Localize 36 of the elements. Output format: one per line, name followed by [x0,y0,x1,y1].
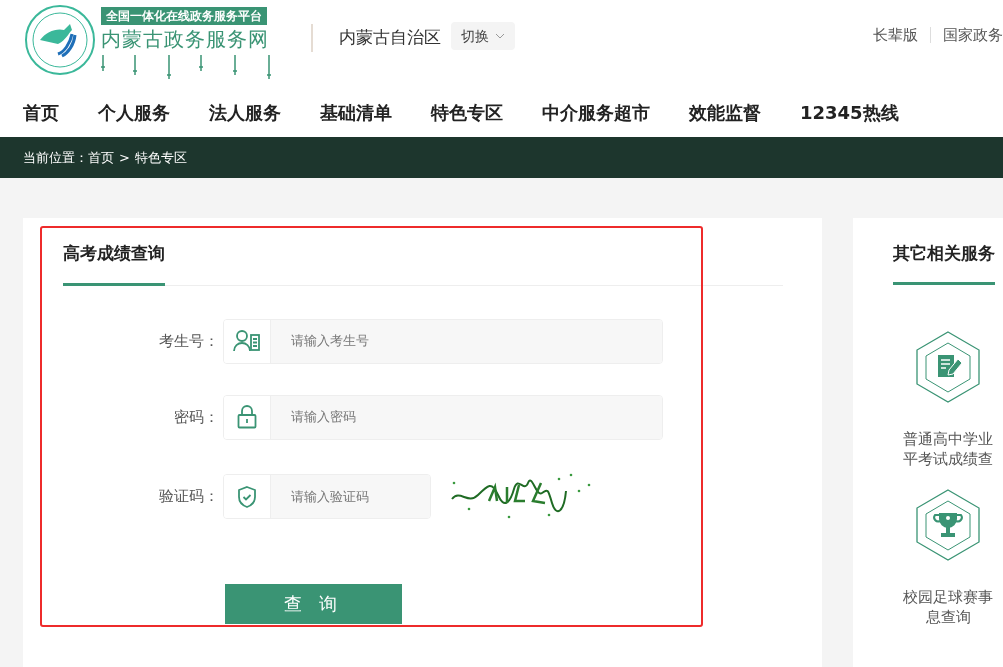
trophy-icon[interactable] [914,488,982,561]
field-label: 验证码： [158,486,220,508]
platform-badge: 全国一体化在线政务服务平台 [101,7,267,25]
field-label: 考生号： [158,330,220,352]
top-link[interactable]: 国家政务 [943,24,1003,47]
nav-item[interactable]: 基础清单 [320,99,392,126]
query-button[interactable]: 查 询 [225,583,402,624]
nav-item[interactable]: 特色专区 [431,99,503,126]
region-switch-button[interactable]: 切换 [451,22,515,50]
input-field[interactable]: 请输入考生号 [223,318,663,364]
nav-item[interactable]: 效能监督 [689,99,761,126]
logo-emblem-icon [24,4,96,76]
field-label: 密码： [173,406,220,428]
region-name: 内蒙古自治区 [339,26,441,49]
breadcrumb-link[interactable]: 特色专区 [134,147,187,168]
document-edit-icon[interactable] [914,330,982,403]
nav-item[interactable]: 法人服务 [209,99,281,126]
shield-check-icon [237,485,257,508]
top-link[interactable]: 长辈版 [873,24,918,47]
breadcrumb-separator: > [119,148,130,167]
service-link[interactable]: 校园足球赛事 息查询 [903,586,993,627]
user-card-icon [233,330,261,352]
nav-item[interactable]: 12345热线 [800,99,899,126]
card-title: 高考成绩查询 [63,228,165,286]
lock-icon [237,405,257,429]
site-name: 内蒙古政务服务网 [101,26,270,53]
nav-item[interactable]: 个人服务 [98,99,170,126]
input-field[interactable]: 请输入密码 [223,394,663,440]
side-panel-title: 其它相关服务 [893,218,995,285]
input-field[interactable]: 请输入验证码 [223,474,431,519]
nav-item[interactable]: 中介服务超市 [542,99,650,126]
service-link[interactable]: 普通高中学业 平考试成绩查 [903,428,993,469]
breadcrumb-link[interactable]: 首页 [88,147,114,168]
nav-item[interactable]: 首页 [23,99,59,126]
chevron-down-icon [495,33,505,39]
breadcrumb-prefix: 当前位置： [23,148,88,167]
